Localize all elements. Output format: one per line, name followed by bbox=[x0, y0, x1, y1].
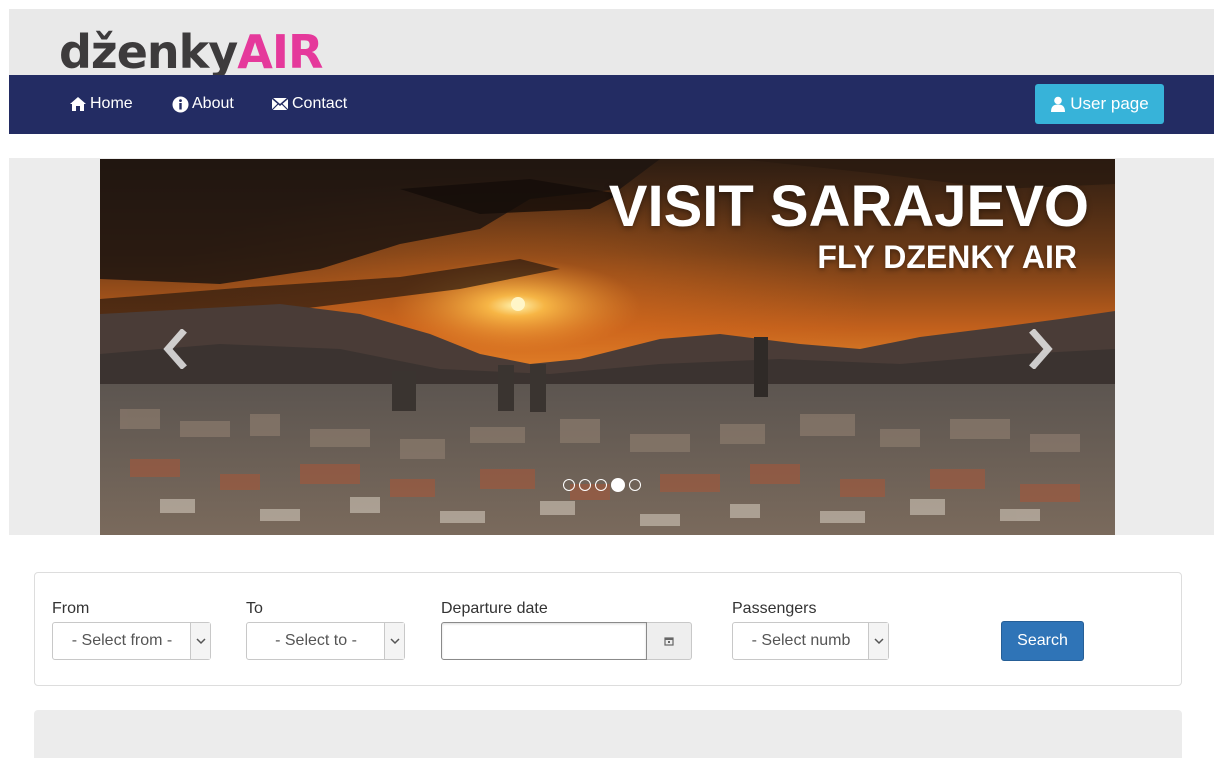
user-icon bbox=[1051, 96, 1066, 112]
chevron-left-icon bbox=[163, 328, 187, 370]
info-icon bbox=[172, 96, 189, 112]
carousel-indicator[interactable] bbox=[563, 479, 575, 491]
carousel-subheadline: FLY DZENKY AIR bbox=[817, 239, 1077, 275]
results-panel bbox=[34, 710, 1182, 758]
nav-about-label: About bbox=[192, 95, 234, 112]
user-page-button[interactable]: User page bbox=[1035, 84, 1164, 124]
calendar-button[interactable] bbox=[647, 622, 692, 660]
chevron-down-icon bbox=[190, 623, 210, 659]
header-band: dženky AIR bbox=[9, 9, 1214, 75]
passengers-select[interactable]: - Select numb bbox=[732, 622, 889, 660]
departure-date-label: Departure date bbox=[441, 600, 548, 617]
to-label: To bbox=[246, 600, 263, 617]
nav-home-link[interactable]: Home bbox=[69, 93, 133, 115]
carousel-indicator-active[interactable] bbox=[611, 478, 625, 492]
nav-contact-link[interactable]: Contact bbox=[271, 93, 347, 115]
chevron-right-icon bbox=[1029, 328, 1053, 370]
passengers-select-value: - Select numb bbox=[751, 632, 851, 649]
logo-text-dark: dženky bbox=[59, 25, 238, 79]
main-navbar: Home About Contact User page bbox=[9, 75, 1214, 134]
chevron-down-icon bbox=[384, 623, 404, 659]
passengers-label: Passengers bbox=[732, 600, 817, 617]
user-page-label: User page bbox=[1070, 94, 1149, 113]
carousel-indicator[interactable] bbox=[595, 479, 607, 491]
to-select[interactable]: - Select to - bbox=[246, 622, 405, 660]
flight-search-panel: From - Select from - To - Select to - De… bbox=[34, 572, 1182, 686]
carousel-slide: VISIT SARAJEVO FLY DZENKY AIR bbox=[100, 159, 1115, 535]
nav-contact-label: Contact bbox=[292, 95, 348, 112]
from-select-value: - Select from - bbox=[71, 632, 173, 649]
envelope-icon bbox=[271, 97, 289, 111]
chevron-down-icon bbox=[868, 623, 888, 659]
from-select[interactable]: - Select from - bbox=[52, 622, 211, 660]
carousel-indicator[interactable] bbox=[629, 479, 641, 491]
to-select-value: - Select to - bbox=[275, 632, 357, 649]
home-icon bbox=[70, 97, 86, 111]
carousel-headline: VISIT SARAJEVO bbox=[608, 174, 1089, 239]
site-logo[interactable]: dženky AIR bbox=[59, 19, 323, 79]
carousel-indicator[interactable] bbox=[579, 479, 591, 491]
carousel-next-button[interactable] bbox=[1026, 328, 1056, 370]
calendar-icon bbox=[664, 637, 674, 646]
search-button[interactable]: Search bbox=[1001, 621, 1084, 661]
nav-about-link[interactable]: About bbox=[172, 93, 234, 115]
nav-home-label: Home bbox=[90, 95, 133, 112]
departure-date-input[interactable] bbox=[441, 622, 647, 660]
from-label: From bbox=[52, 600, 90, 617]
carousel-prev-button[interactable] bbox=[160, 328, 190, 370]
logo-text-pink: AIR bbox=[237, 25, 323, 79]
carousel-indicators bbox=[563, 478, 641, 492]
